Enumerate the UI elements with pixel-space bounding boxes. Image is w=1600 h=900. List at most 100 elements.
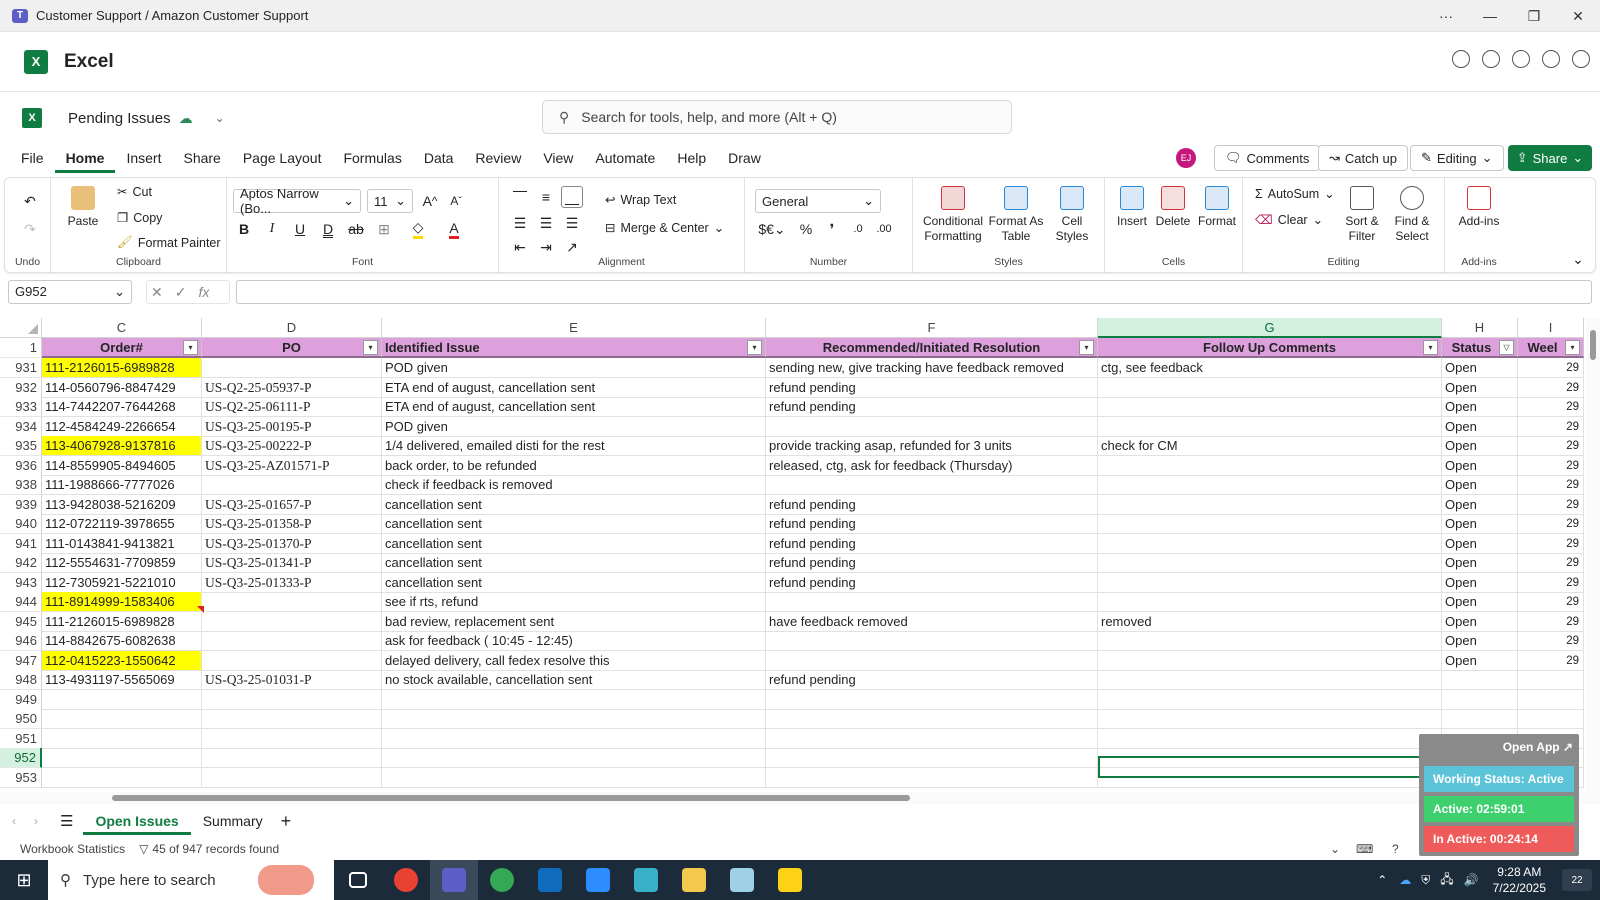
status-cell[interactable]: Open — [1442, 631, 1518, 651]
column-header-d[interactable]: D — [202, 318, 382, 338]
decrease-indent-icon[interactable]: ⇤ — [509, 236, 531, 258]
followup-cell[interactable] — [1098, 553, 1442, 573]
po-cell[interactable]: US-Q3-25-00222-P — [202, 436, 382, 456]
po-cell[interactable] — [202, 592, 382, 612]
order-cell[interactable]: 112-0415223-1550642 — [42, 650, 202, 671]
po-cell[interactable] — [202, 689, 382, 710]
cut-button[interactable]: ✂ Cut — [117, 184, 152, 200]
week-cell[interactable]: 29 — [1518, 475, 1584, 495]
row-header[interactable]: 945 — [0, 611, 42, 632]
minimize-button[interactable]: — — [1468, 0, 1512, 32]
copy-button[interactable]: ❐ Copy — [117, 210, 162, 226]
wrap-text-button[interactable]: ↩ Wrap Text — [605, 192, 676, 208]
tab-review[interactable]: Review — [464, 150, 532, 166]
followup-cell[interactable] — [1098, 728, 1442, 749]
comments-button[interactable]: 🗨 Comments — [1214, 145, 1321, 171]
po-cell[interactable] — [202, 650, 382, 671]
autosum-button[interactable]: Σ AutoSum ⌄ — [1255, 186, 1335, 202]
next-sheet-icon[interactable]: › — [34, 814, 38, 828]
catch-up-button[interactable]: ↝ Catch up — [1318, 145, 1408, 171]
sheet-tab-open-issues[interactable]: Open Issues — [83, 807, 191, 835]
order-cell[interactable]: 113-4067928-9137816 — [42, 436, 202, 456]
po-cell[interactable]: US-Q2-25-06111-P — [202, 397, 382, 417]
onedrive-icon[interactable]: ☁ — [1399, 873, 1411, 887]
order-cell[interactable]: 111-0143841-9413821 — [42, 533, 202, 554]
filter-dropdown-icon[interactable]: ▾ — [363, 340, 378, 355]
status-cell[interactable]: Open — [1442, 436, 1518, 456]
resolution-cell[interactable] — [766, 416, 1098, 437]
resolution-cell[interactable]: refund pending — [766, 533, 1098, 554]
resolution-cell[interactable] — [766, 592, 1098, 612]
tab-view[interactable]: View — [532, 150, 584, 166]
row-header[interactable]: 935 — [0, 436, 42, 456]
info-icon[interactable] — [1542, 50, 1560, 68]
week-cell[interactable]: 29 — [1518, 650, 1584, 671]
vertical-scrollbar[interactable] — [1586, 318, 1600, 792]
tab-automate[interactable]: Automate — [584, 150, 666, 166]
font-name-select[interactable]: Aptos Narrow (Bo... ⌄ — [233, 186, 361, 216]
week-cell[interactable]: 29 — [1518, 416, 1584, 437]
row-header[interactable]: 953 — [0, 767, 42, 788]
week-cell[interactable]: 29 — [1518, 592, 1584, 612]
po-cell[interactable] — [202, 475, 382, 495]
volume-icon[interactable]: 🔊 — [1464, 873, 1479, 887]
resolution-cell[interactable]: refund pending — [766, 670, 1098, 690]
order-cell[interactable]: 114-8842675-6082638 — [42, 631, 202, 651]
outlook-taskbar-button[interactable] — [526, 860, 574, 900]
order-cell[interactable]: 114-7442207-7644268 — [42, 397, 202, 417]
issue-cell[interactable]: ETA end of august, cancellation sent — [382, 377, 766, 398]
column-header-c[interactable]: C — [42, 318, 202, 338]
po-cell[interactable]: US-Q3-25-01031-P — [202, 670, 382, 690]
order-cell[interactable] — [42, 709, 202, 729]
po-cell[interactable]: US-Q3-25-01358-P — [202, 514, 382, 534]
clear-button[interactable]: ⌫ Clear ⌄ — [1255, 212, 1323, 228]
resolution-cell[interactable] — [766, 709, 1098, 729]
followup-cell[interactable] — [1098, 631, 1442, 651]
tab-file[interactable]: File — [10, 150, 55, 166]
align-middle-icon[interactable]: ≡ — [535, 186, 557, 208]
avatar[interactable]: EJ — [1176, 148, 1196, 168]
row-header[interactable]: 940 — [0, 514, 42, 534]
resolution-cell[interactable]: refund pending — [766, 397, 1098, 417]
filter-dropdown-icon[interactable]: ▾ — [1423, 340, 1438, 355]
align-center-icon[interactable]: ☰ — [535, 212, 557, 234]
sort-filter-button[interactable]: Sort & Filter — [1337, 186, 1387, 244]
align-top-icon[interactable]: ⎺ — [509, 186, 531, 208]
keyboard-icon[interactable]: ⌨ — [1356, 842, 1373, 856]
issue-cell[interactable] — [382, 709, 766, 729]
order-cell[interactable]: 114-0560796-8847429 — [42, 377, 202, 398]
followup-cell[interactable] — [1098, 455, 1442, 476]
order-cell[interactable]: 112-4584249-2266654 — [42, 416, 202, 437]
status-cell[interactable] — [1442, 689, 1518, 710]
undo-icon[interactable]: ↶ — [19, 190, 41, 212]
resolution-cell[interactable]: provide tracking asap, refunded for 3 un… — [766, 436, 1098, 456]
order-cell[interactable]: 113-4931197-5565069 — [42, 670, 202, 690]
row-header[interactable]: 946 — [0, 631, 42, 651]
prev-sheet-icon[interactable]: ‹ — [12, 814, 16, 828]
status-cell[interactable]: Open — [1442, 592, 1518, 612]
issue-cell[interactable]: 1/4 delivered, emailed disti for the res… — [382, 436, 766, 456]
function-icon[interactable]: fx — [198, 284, 209, 300]
formula-input[interactable] — [236, 280, 1592, 304]
zoom-taskbar-button[interactable] — [574, 860, 622, 900]
tab-insert[interactable]: Insert — [115, 150, 172, 166]
increase-font-icon[interactable]: A ^ — [419, 190, 441, 212]
tab-help[interactable]: Help — [666, 150, 717, 166]
status-cell[interactable]: Open — [1442, 475, 1518, 495]
resolution-cell[interactable] — [766, 650, 1098, 671]
confirm-icon[interactable]: ✓ — [175, 284, 187, 301]
merge-center-button[interactable]: ⊟ Merge & Center ⌄ — [605, 220, 724, 236]
active-cell-g952[interactable] — [1098, 756, 1444, 778]
issue-cell[interactable] — [382, 689, 766, 710]
app-diamond-taskbar-button[interactable] — [622, 860, 670, 900]
header-week[interactable]: Weel ▾ — [1518, 338, 1584, 358]
order-cell[interactable] — [42, 689, 202, 710]
issue-cell[interactable]: cancellation sent — [382, 572, 766, 593]
column-header-g[interactable]: G — [1098, 318, 1442, 338]
issue-cell[interactable]: see if rts, refund — [382, 592, 766, 612]
font-color-icon[interactable]: A — [443, 218, 465, 240]
week-cell[interactable] — [1518, 670, 1584, 690]
resolution-cell[interactable] — [766, 631, 1098, 651]
tab-share[interactable]: Share — [172, 150, 231, 166]
week-cell[interactable]: 29 — [1518, 533, 1584, 554]
